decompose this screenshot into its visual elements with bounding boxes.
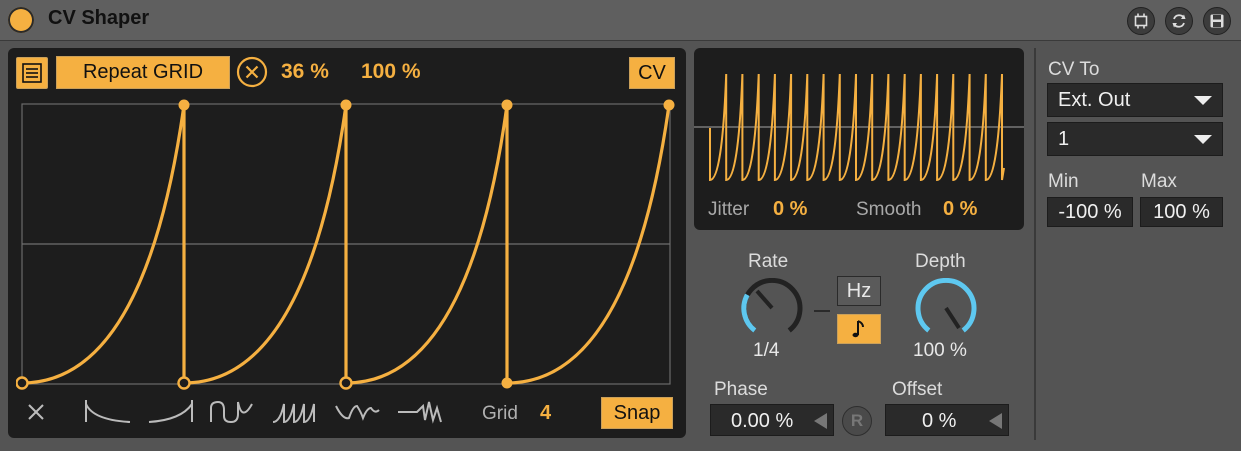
refresh-icon[interactable] xyxy=(1165,7,1193,35)
depth-knob[interactable] xyxy=(912,278,980,338)
grid-label: Grid xyxy=(482,403,518,424)
repeat-grid-button[interactable]: Repeat GRID xyxy=(56,56,230,89)
offset-arrow-icon xyxy=(989,413,1002,429)
bounce-shape-icon[interactable] xyxy=(333,398,383,426)
hz-mode-button[interactable]: Hz xyxy=(837,276,881,306)
smooth-label: Smooth xyxy=(856,199,922,220)
device-title: CV Shaper xyxy=(48,7,150,29)
snap-button[interactable]: Snap xyxy=(601,397,673,429)
curve-value[interactable]: 36 % xyxy=(281,60,329,84)
note-sync-icon[interactable] xyxy=(837,314,881,344)
destination-dropdown[interactable]: Ext. Out xyxy=(1047,83,1223,117)
divider xyxy=(814,310,830,312)
ramp-down-shape-icon[interactable] xyxy=(83,398,133,426)
cv-toggle-button[interactable]: CV xyxy=(629,57,675,89)
phase-value: 0.00 % xyxy=(731,410,794,432)
breakpoint-handle[interactable] xyxy=(339,376,353,390)
min-label: Min xyxy=(1048,171,1079,192)
min-value-field[interactable]: -100 % xyxy=(1047,197,1133,227)
grid-value[interactable]: 4 xyxy=(540,402,551,425)
breakpoint-handle[interactable] xyxy=(340,99,352,111)
menu-icon[interactable] xyxy=(16,57,48,89)
offset-value: 0 % xyxy=(922,410,957,432)
breakpoint-handle[interactable] xyxy=(177,376,191,390)
depth-value[interactable]: 100 % xyxy=(913,340,967,362)
device-power-button[interactable] xyxy=(8,7,34,33)
max-value-field[interactable]: 100 % xyxy=(1140,197,1223,227)
depth-label: Depth xyxy=(915,251,966,272)
hotswap-icon[interactable] xyxy=(1127,7,1155,35)
max-label: Max xyxy=(1141,171,1177,192)
breakpoint-handle[interactable] xyxy=(501,99,513,111)
chevron-down-icon xyxy=(1194,135,1212,144)
clear-icon[interactable] xyxy=(236,56,268,88)
section-divider xyxy=(1034,48,1036,440)
offset-label: Offset xyxy=(892,379,943,400)
shape-graph[interactable] xyxy=(16,96,678,392)
channel-value: 1 xyxy=(1058,128,1070,150)
breakpoint-handle[interactable] xyxy=(663,99,675,111)
phase-label: Phase xyxy=(714,379,768,400)
save-icon[interactable] xyxy=(1203,7,1231,35)
rate-knob[interactable] xyxy=(738,278,806,338)
cv-to-label: CV To xyxy=(1048,59,1100,80)
chevron-down-icon xyxy=(1194,96,1212,105)
wave-shape-icon[interactable] xyxy=(208,398,258,426)
amount-value[interactable]: 100 % xyxy=(361,60,421,84)
jitter-value[interactable]: 0 % xyxy=(773,198,807,221)
rate-value[interactable]: 1/4 xyxy=(753,340,779,362)
destination-value: Ext. Out xyxy=(1058,89,1131,111)
title-bar xyxy=(0,0,1241,41)
ramp-up-shape-icon[interactable] xyxy=(146,398,196,426)
jitter-label: Jitter xyxy=(708,199,750,220)
offset-field[interactable]: 0 % xyxy=(885,404,1009,436)
breakpoint-handle[interactable] xyxy=(501,377,513,389)
smooth-value[interactable]: 0 % xyxy=(943,198,977,221)
phase-reset-button[interactable]: R xyxy=(842,406,872,436)
phase-field[interactable]: 0.00 % xyxy=(710,404,834,436)
random-shape-icon[interactable] xyxy=(395,398,445,426)
saw-burst-shape-icon[interactable] xyxy=(270,398,320,426)
channel-dropdown[interactable]: 1 xyxy=(1047,122,1223,156)
phase-arrow-icon xyxy=(814,413,827,429)
close-icon[interactable] xyxy=(26,400,46,422)
rate-label: Rate xyxy=(748,251,789,272)
breakpoint-handle[interactable] xyxy=(178,99,190,111)
breakpoint-handle[interactable] xyxy=(16,376,29,390)
